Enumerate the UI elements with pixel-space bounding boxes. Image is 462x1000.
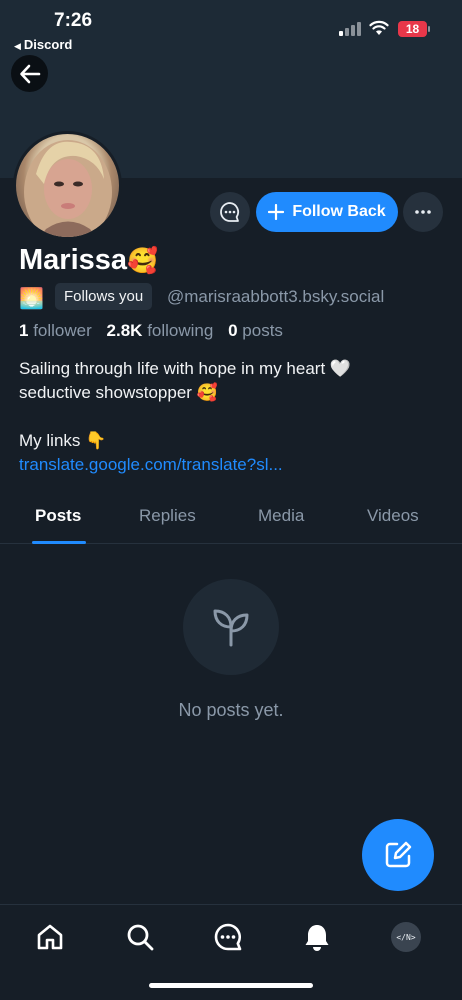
- back-triangle-icon: ◀: [14, 41, 21, 51]
- status-time: 7:26: [54, 10, 93, 31]
- back-app-label: Discord: [23, 37, 73, 52]
- active-tab-indicator: [32, 541, 86, 544]
- bio-line: My links 👇: [19, 431, 107, 450]
- posts-label: posts: [242, 321, 283, 340]
- name-emoji: 🥰: [127, 247, 159, 275]
- message-button[interactable]: [210, 192, 250, 232]
- nav-profile[interactable]: </N>: [390, 921, 422, 953]
- bio-link[interactable]: translate.google.com/translate?sl...: [19, 453, 351, 477]
- bell-icon: [305, 925, 329, 951]
- profile-name-text: Marissa: [19, 244, 128, 276]
- following-link[interactable]: 2.8K following: [107, 321, 214, 340]
- tab-media[interactable]: Media: [258, 506, 304, 526]
- nav-search[interactable]: [124, 921, 156, 953]
- nav-chat[interactable]: [212, 921, 244, 953]
- arrow-left-icon: [19, 64, 40, 83]
- follows-you-badge: Follows you: [55, 283, 153, 310]
- compose-post-button[interactable]: [362, 819, 434, 891]
- posts-count: 0: [228, 321, 238, 340]
- chat-bubble-icon: [220, 202, 240, 222]
- cellular-signal-icon: [339, 20, 363, 36]
- back-button[interactable]: [11, 55, 48, 92]
- bio-line: seductive showstopper 🥰: [19, 383, 218, 402]
- profile-stats: 1 follower 2.8K following 0 posts: [19, 321, 283, 341]
- bio-line: Sailing through life with hope in my hea…: [19, 359, 352, 378]
- tab-videos[interactable]: Videos: [367, 506, 419, 526]
- compose-icon: [385, 841, 412, 868]
- empty-state-badge: [183, 579, 279, 675]
- tab-replies[interactable]: Replies: [139, 506, 196, 526]
- follow-back-label: Follow Back: [292, 203, 386, 220]
- nav-notifications[interactable]: [301, 921, 333, 953]
- followers-label: follower: [33, 321, 92, 340]
- empty-state-text: No posts yet.: [178, 700, 284, 720]
- tab-posts[interactable]: Posts: [35, 506, 81, 526]
- chat-icon: [214, 923, 242, 951]
- posts-stat: 0 posts: [228, 321, 283, 340]
- battery-icon: 18: [398, 21, 430, 37]
- followers-link[interactable]: 1 follower: [19, 321, 92, 340]
- followers-count: 1: [19, 321, 29, 340]
- back-to-app-link[interactable]: ◀ Discord: [14, 37, 72, 52]
- profile-handle: @marisraabbott3.bsky.social: [167, 287, 385, 306]
- following-count: 2.8K: [106, 321, 143, 340]
- follow-back-button[interactable]: Follow Back: [256, 192, 398, 232]
- ellipsis-icon: [415, 210, 431, 214]
- plus-icon: [268, 204, 285, 220]
- battery-level: 18: [405, 22, 420, 36]
- search-icon: [127, 924, 154, 951]
- profile-name: Marissa🥰: [19, 244, 158, 277]
- home-indicator[interactable]: [149, 983, 313, 988]
- more-options-button[interactable]: [403, 192, 443, 232]
- profile-avatar[interactable]: [13, 131, 122, 240]
- sunrise-emoji: 🌅: [19, 288, 44, 310]
- nav-home[interactable]: [34, 921, 66, 953]
- sprout-icon: [213, 609, 249, 647]
- profile-tabs: Posts Replies Media Videos: [0, 496, 462, 544]
- profile-bio: Sailing through life with hope in my hea…: [19, 357, 351, 477]
- following-label: following: [147, 321, 214, 340]
- wifi-icon: [369, 20, 389, 35]
- home-icon: [37, 924, 63, 950]
- avatar-photo: [24, 140, 112, 237]
- profile-avatar-small: </N>: [391, 922, 421, 952]
